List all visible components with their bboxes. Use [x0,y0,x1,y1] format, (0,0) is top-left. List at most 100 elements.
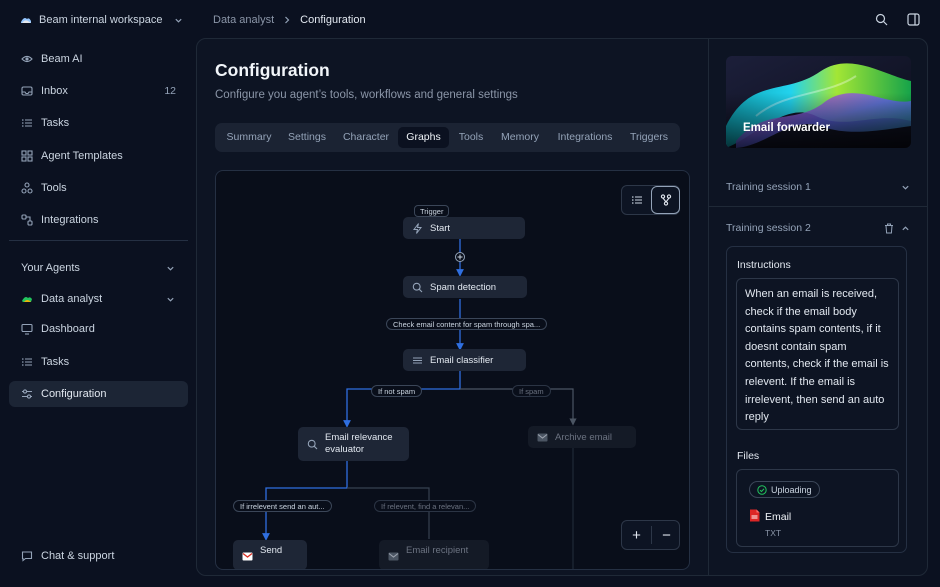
workspace-name: Beam internal workspace [39,14,163,26]
breadcrumb-agent[interactable]: Data analyst [213,14,274,26]
check-circle-icon [757,484,767,495]
node-archive-email[interactable]: Archive email [528,426,636,448]
chevron-down-icon [167,266,174,271]
file-name: Email [765,511,792,523]
sidebar-item-configuration[interactable]: Configuration [9,381,188,407]
zoom-in-button[interactable]: + [622,521,651,549]
breadcrumb-current: Configuration [300,14,366,26]
tab-triggers[interactable]: Triggers [622,127,676,148]
edge-label-if-spam[interactable]: If spam [512,385,551,397]
monitor-icon [21,323,33,335]
zoom-out-button[interactable]: − [652,521,681,549]
node-label-line1: Email relevance [325,432,393,443]
breadcrumb: Data analyst Configuration [213,11,366,29]
lines-icon [413,356,422,364]
sidebar-item-agent-templates[interactable]: Agent Templates [9,143,188,169]
your-agents-toggle[interactable]: Your Agents [9,255,188,281]
chevron-down-icon [167,297,174,302]
graph-nodes-icon [660,194,671,206]
list-icon [22,119,32,127]
sidebar-item-agent-tasks[interactable]: Tasks [9,349,188,375]
node-email-classifier[interactable]: Email classifier [403,349,526,371]
sidebar-item-label: Configuration [41,388,107,400]
files-label: Files [737,450,760,462]
edge-label-if-relevant[interactable]: If relevent, find a relevan... [374,500,477,512]
node-send[interactable]: Send [233,540,307,569]
toggle-panel-button[interactable] [907,13,920,26]
gmail-icon [537,433,548,441]
file-type: TXT [765,528,782,538]
node-label: Send [260,545,283,556]
sidebar-item-label: Tasks [41,356,70,368]
sidebar-item-tools[interactable]: Tools [9,175,188,201]
edge-classifier-relevance [343,371,461,428]
panel-toggle-icon [907,13,920,26]
tab-graphs[interactable]: Graphs [398,127,449,148]
sidebar-item-integrations[interactable]: Integrations [9,207,188,233]
tab-tools[interactable]: Tools [451,127,491,148]
tab-summary[interactable]: Summary [218,127,280,148]
node-label: Start [430,222,451,234]
view-toggle [621,185,680,215]
edge-label-check-spam[interactable]: Check email content for spam through spa… [386,318,548,330]
zoom-controls: + − [621,520,680,550]
chat-support-button[interactable]: Chat & support [9,543,188,569]
node-spam-detection[interactable]: Spam detection [403,276,527,298]
sidebar-item-label: Tasks [41,117,70,129]
list-icon [631,196,642,204]
edge-label-if-irrelevant[interactable]: If irrelevent send an aut... [233,500,332,512]
tab-memory[interactable]: Memory [492,127,548,148]
training-session-1[interactable]: Training session 1 [726,177,916,197]
sidebar-item-label: Dashboard [41,323,95,335]
agent-hero-banner [726,56,911,148]
node-email-relevance-evaluator[interactable]: Email relevance evaluator [298,427,409,461]
edge-relevance-send [262,461,348,541]
chevron-down-icon [174,18,182,23]
training-session-card: Instructions When an email is received, … [726,246,907,553]
list-view-button[interactable] [622,186,651,214]
tab-character[interactable]: Character [335,127,397,148]
sidebar-item-label: Inbox [41,85,68,97]
graph-view-button[interactable] [651,186,680,214]
column-divider [708,39,709,575]
files-dropzone[interactable]: Uploading Email TXT [736,469,899,547]
instructions-label: Instructions [737,259,791,271]
sidebar-item-inbox[interactable]: Inbox 12 [9,78,188,104]
edge-label-if-not-spam[interactable]: If not spam [371,385,423,397]
search-icon [412,282,423,292]
node-label: Archive email [555,431,613,443]
inbox-icon [21,86,33,96]
instructions-textarea[interactable]: When an email is received, check if the … [736,278,899,430]
workspace-switcher[interactable]: Beam internal workspace [20,11,183,29]
sidebar-item-dashboard[interactable]: Dashboard [9,316,188,342]
sidebar-item-beam-ai[interactable]: Beam AI [9,46,188,72]
sidebar-item-label: Beam AI [41,53,83,65]
chat-support-label: Chat & support [41,550,115,562]
node-start[interactable]: Start [403,217,525,239]
graph-canvas[interactable]: Trigger Start Spam detection Check email… [215,170,690,570]
eye-icon [21,55,33,63]
config-tabs: Summary Settings Character Graphs Tools … [215,123,680,152]
chevron-down-icon [902,185,909,190]
tab-settings[interactable]: Settings [280,127,334,148]
sidebar-item-tasks[interactable]: Tasks [9,110,188,136]
tab-integrations[interactable]: Integrations [549,127,621,148]
page-title: Configuration [215,60,330,80]
sidebar: Beam internal workspace Beam AI Inbox 12… [0,0,196,587]
agent-data-analyst[interactable]: Data analyst [9,286,188,312]
lightning-icon [413,222,422,234]
agent-avatar-icon [22,297,32,302]
training-session-2[interactable]: Training session 2 [726,218,916,238]
session-label: Training session 2 [726,222,811,234]
node-label: Email classifier [430,354,494,366]
inbox-count-badge: 12 [164,85,176,97]
page-subtitle: Configure you agent’s tools, workflows a… [215,89,518,101]
node-label-block: Email relevance evaluator [325,432,393,456]
search-button[interactable] [875,13,888,26]
chevron-right-icon [285,16,290,24]
trash-icon[interactable] [884,223,894,234]
node-email-recipient[interactable]: Email recipient [379,540,489,569]
grid-icon [21,150,33,162]
txt-file-icon [750,509,760,522]
trigger-tag: Trigger [414,205,450,217]
